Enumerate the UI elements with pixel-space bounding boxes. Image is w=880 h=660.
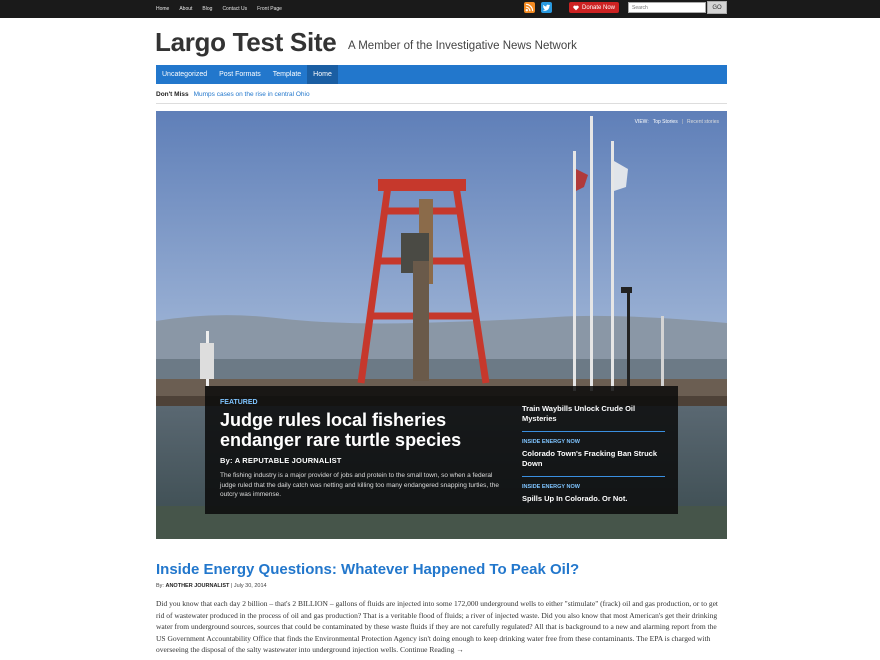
view-label: VIEW:: [634, 119, 649, 125]
side-story-kicker[interactable]: INSIDE ENERGY NOW: [522, 482, 665, 492]
search-input[interactable]: [628, 2, 706, 13]
post-title[interactable]: Inside Energy Questions: Whatever Happen…: [156, 561, 579, 578]
nav-home[interactable]: Home: [307, 65, 338, 84]
dont-miss: Don't Miss Mumps cases on the rise in cen…: [156, 91, 310, 98]
side-story-title[interactable]: Spills Up In Colorado. Or Not.: [522, 494, 665, 504]
side-story[interactable]: INSIDE ENERGY NOW Colorado Town's Fracki…: [522, 437, 665, 477]
dont-miss-label: Don't Miss: [156, 91, 189, 98]
site-title[interactable]: Largo Test Site: [155, 27, 337, 58]
top-nav-blog[interactable]: Blog: [202, 6, 212, 12]
featured-byline: By: A REPUTABLE JOURNALIST: [220, 456, 342, 465]
site-tagline: A Member of the Investigative News Netwo…: [348, 40, 577, 52]
post-date: | July 30, 2014: [230, 583, 267, 589]
main-nav: Uncategorized Post Formats Template Home: [156, 65, 727, 84]
twitter-icon[interactable]: [541, 2, 552, 13]
rss-icon[interactable]: [524, 2, 535, 13]
featured-kicker[interactable]: FEATURED: [220, 399, 510, 406]
side-story-kicker[interactable]: INSIDE ENERGY NOW: [522, 437, 665, 447]
heart-icon: [573, 5, 579, 10]
side-story[interactable]: Train Waybills Unlock Crude Oil Mysterie…: [522, 404, 665, 432]
top-nav-contact[interactable]: Contact Us: [222, 6, 247, 12]
side-story-title[interactable]: Colorado Town's Fracking Ban Struck Down: [522, 449, 665, 469]
featured-excerpt: The fishing industry is a major provider…: [220, 472, 499, 498]
donate-label: Donate Now: [582, 4, 616, 11]
nav-uncategorized[interactable]: Uncategorized: [156, 65, 213, 84]
post-author[interactable]: ANOTHER JOURNALIST: [165, 583, 229, 589]
featured-overlay: FEATURED Judge rules local fisheries end…: [205, 386, 678, 514]
top-nav-about[interactable]: About: [179, 6, 192, 12]
view-top-stories[interactable]: Top Stories: [653, 119, 678, 125]
post-body: Did you know that each day 2 billion – t…: [156, 599, 719, 654]
side-story-title[interactable]: Train Waybills Unlock Crude Oil Mysterie…: [522, 404, 665, 424]
social-links: [524, 2, 552, 13]
top-bar: [0, 0, 880, 18]
dont-miss-link[interactable]: Mumps cases on the rise in central Ohio: [194, 91, 310, 98]
side-story[interactable]: INSIDE ENERGY NOW Spills Up In Colorado.…: [522, 482, 665, 511]
top-nav: Home About Blog Contact Us Front Page: [156, 0, 282, 18]
top-nav-home[interactable]: Home: [156, 6, 169, 12]
view-separator: |: [681, 119, 684, 125]
nav-post-formats[interactable]: Post Formats: [213, 65, 267, 84]
nav-template[interactable]: Template: [267, 65, 307, 84]
search-go-button[interactable]: GO: [707, 1, 727, 14]
view-recent-stories[interactable]: Recent stories: [687, 119, 719, 125]
side-stories: Train Waybills Unlock Crude Oil Mysterie…: [522, 404, 665, 516]
divider: [156, 103, 727, 104]
hero-slideshow: VIEW: Top Stories | Recent stories FEATU…: [156, 111, 727, 539]
post-meta: By: ANOTHER JOURNALIST | July 30, 2014: [156, 583, 267, 589]
donate-button[interactable]: Donate Now: [569, 2, 620, 13]
post-by-prefix: By:: [156, 583, 164, 589]
top-nav-front-page[interactable]: Front Page: [257, 6, 282, 12]
featured-story: FEATURED Judge rules local fisheries end…: [220, 399, 510, 500]
view-switcher: VIEW: Top Stories | Recent stories: [635, 119, 719, 125]
featured-headline[interactable]: Judge rules local fisheries endanger rar…: [220, 410, 510, 450]
